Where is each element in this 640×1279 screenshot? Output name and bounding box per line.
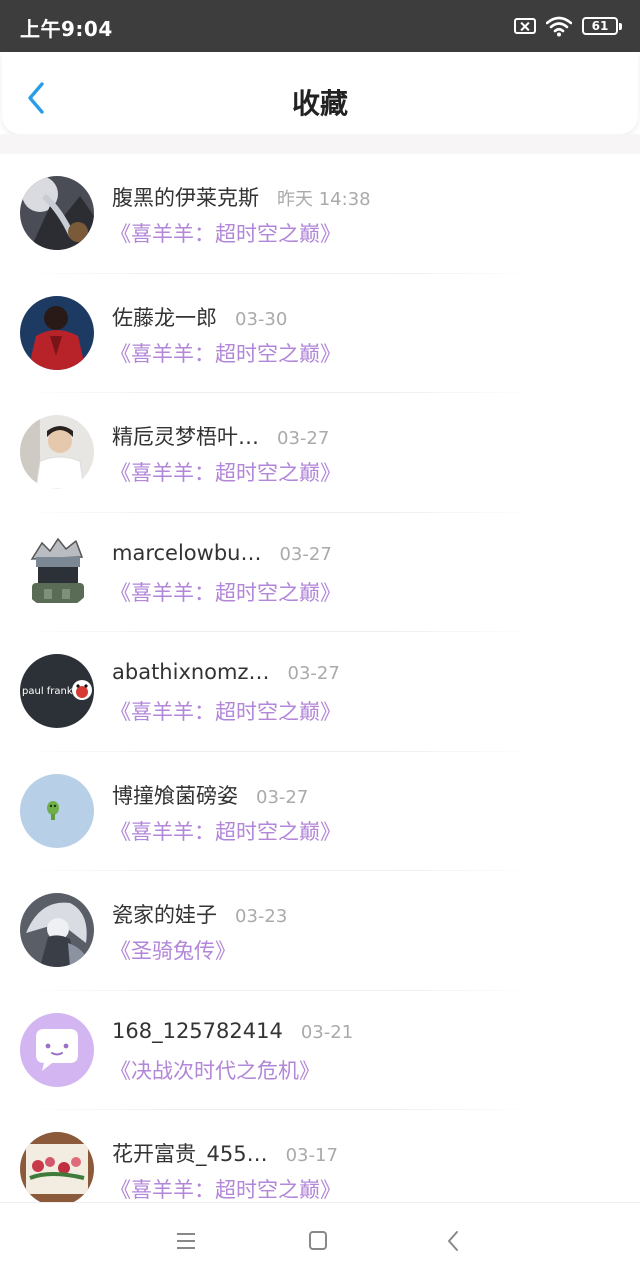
avatar (20, 295, 94, 370)
list-item[interactable]: 花开富贵_455… 03-17 《喜羊羊：超时空之巅》 (0, 1110, 640, 1202)
wifi-icon (546, 16, 572, 37)
work-title[interactable]: 《喜羊羊：超时空之巅》 (110, 338, 341, 368)
avatar (20, 176, 94, 250)
avatar: paul frank. (20, 654, 94, 728)
no-sim-icon (514, 18, 536, 34)
home-button[interactable] (303, 1227, 333, 1255)
work-title[interactable]: 《喜羊羊：超时空之巅》 (110, 816, 341, 846)
menu-icon (177, 1233, 195, 1249)
system-nav-bar (0, 1202, 640, 1279)
user-name[interactable]: 精卮灵梦梧叶… (112, 421, 259, 451)
header: 收藏 (2, 52, 638, 134)
header-divider (0, 134, 640, 154)
name-row: 花开富贵_455… 03-17 (112, 1138, 338, 1168)
avatar (20, 534, 94, 609)
name-row: 佐藤龙一郎 03-30 (112, 302, 287, 332)
list-item[interactable]: 168_125782414 03-21 《决战次时代之危机》 (0, 991, 640, 1111)
list-item[interactable]: 精卮灵梦梧叶… 03-27 《喜羊羊：超时空之巅》 (0, 393, 640, 513)
date: 03-23 (235, 906, 288, 927)
avatar (20, 893, 94, 967)
work-title[interactable]: 《决战次时代之危机》 (110, 1055, 320, 1085)
user-name[interactable]: marcelowbu… (112, 541, 261, 565)
date: 03-27 (279, 543, 332, 565)
date: 03-27 (277, 428, 330, 449)
user-name[interactable]: 佐藤龙一郎 (112, 302, 217, 332)
battery-level: 61 (591, 19, 609, 33)
name-row: 瓷家的娃子 03-23 (112, 899, 287, 929)
work-title[interactable]: 《喜羊羊：超时空之巅》 (110, 696, 341, 726)
status-icons: 61 (514, 13, 622, 39)
menu-button[interactable] (171, 1227, 201, 1255)
avatar (20, 773, 94, 848)
avatar (20, 415, 94, 489)
list-item[interactable]: paul frank. abathixnomz… 03-27 《喜羊羊：超时空之… (0, 632, 640, 752)
list-item[interactable]: 博撞飧菌磅姿 03-27 《喜羊羊：超时空之巅》 (0, 752, 640, 872)
avatar (20, 1012, 94, 1087)
avatar-logo-text: paul frank. (22, 686, 76, 697)
avatar (20, 1132, 94, 1202)
work-title[interactable]: 《喜羊羊：超时空之巅》 (110, 218, 341, 248)
date: 03-27 (287, 663, 340, 684)
user-name[interactable]: 博撞飧菌磅姿 (112, 780, 238, 810)
work-title[interactable]: 《圣骑兔传》 (110, 935, 236, 965)
list-item[interactable]: marcelowbu… 03-27 《喜羊羊：超时空之巅》 (0, 513, 640, 633)
user-name[interactable]: 腹黑的伊莱克斯 (112, 182, 259, 212)
name-row: 腹黑的伊莱克斯 昨天 14:38 (112, 182, 371, 212)
date: 03-17 (285, 1145, 338, 1166)
date: 昨天 14:38 (277, 189, 371, 210)
list-item[interactable]: 腹黑的伊莱克斯 昨天 14:38 《喜羊羊：超时空之巅》 (0, 154, 640, 274)
work-title[interactable]: 《喜羊羊：超时空之巅》 (110, 457, 341, 487)
name-row: 博撞飧菌磅姿 03-27 (112, 780, 308, 810)
system-back-button[interactable] (438, 1227, 468, 1255)
user-name[interactable]: 168_125782414 (112, 1019, 283, 1043)
user-name[interactable]: abathixnomz… (112, 660, 270, 684)
name-row: abathixnomz… 03-27 (112, 660, 340, 684)
home-square-icon (309, 1231, 327, 1250)
date: 03-27 (256, 786, 309, 808)
work-title[interactable]: 《喜羊羊：超时空之巅》 (110, 577, 341, 607)
date: 03-30 (235, 308, 288, 330)
favorites-list: 腹黑的伊莱克斯 昨天 14:38 《喜羊羊：超时空之巅》 佐藤龙一郎 03-30… (0, 154, 640, 1202)
status-bar: 上午9:04 61 (0, 0, 640, 52)
battery-icon: 61 (582, 17, 622, 35)
user-name[interactable]: 瓷家的娃子 (112, 899, 217, 929)
name-row: 168_125782414 03-21 (112, 1019, 353, 1043)
list-item[interactable]: 瓷家的娃子 03-23 《圣骑兔传》 (0, 871, 640, 991)
status-time: 上午9:04 (20, 17, 113, 41)
name-row: 精卮灵梦梧叶… 03-27 (112, 421, 329, 451)
page-title: 收藏 (291, 87, 348, 120)
work-title[interactable]: 《喜羊羊：超时空之巅》 (110, 1174, 341, 1202)
date: 03-21 (300, 1021, 354, 1043)
back-triangle-icon (448, 1231, 458, 1251)
list-item[interactable]: 佐藤龙一郎 03-30 《喜羊羊：超时空之巅》 (0, 274, 640, 394)
name-row: marcelowbu… 03-27 (112, 541, 332, 565)
user-name[interactable]: 花开富贵_455… (112, 1138, 268, 1168)
